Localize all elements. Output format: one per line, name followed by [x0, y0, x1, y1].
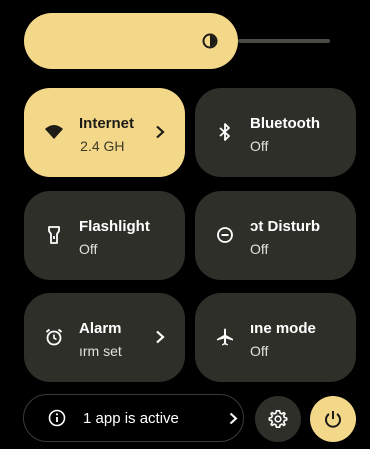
- tile-do-not-disturb[interactable]: ɔt Disturb Off: [195, 191, 356, 280]
- info-icon: [48, 409, 66, 427]
- tile-airplane-mode-subtitle: Off: [250, 343, 269, 359]
- tile-bluetooth[interactable]: Bluetooth Off: [195, 88, 356, 177]
- tile-flashlight[interactable]: Flashlight Off: [24, 191, 185, 280]
- tile-alarm[interactable]: Alarm ırm set: [24, 293, 185, 382]
- tile-do-not-disturb-subtitle: Off: [250, 241, 269, 257]
- tile-do-not-disturb-title: ɔt Disturb: [250, 218, 321, 235]
- quick-settings-panel: Internet 2.4 GH Bluetooth Off Flashlight…: [0, 0, 370, 449]
- tile-internet-subtitle: 2.4 GH: [79, 138, 125, 154]
- airplane-icon: [217, 328, 233, 346]
- bluetooth-icon: [219, 123, 230, 141]
- power-button[interactable]: [310, 396, 356, 442]
- tile-flashlight-title: Flashlight: [79, 218, 150, 235]
- do-not-disturb-icon: [217, 227, 233, 243]
- flashlight-icon: [48, 226, 60, 244]
- chevron-right-icon[interactable]: [155, 330, 165, 344]
- tile-airplane-mode-title: ıne mode: [250, 320, 316, 337]
- settings-button[interactable]: [255, 396, 301, 442]
- tile-bluetooth-subtitle: Off: [250, 138, 269, 154]
- brightness-track[interactable]: [238, 39, 330, 43]
- active-apps-button[interactable]: 1 app is active: [23, 394, 244, 442]
- active-apps-label: 1 app is active: [83, 410, 179, 427]
- tile-flashlight-subtitle: Off: [79, 241, 98, 257]
- tile-bluetooth-title: Bluetooth: [250, 115, 320, 132]
- chevron-right-icon[interactable]: [155, 125, 165, 139]
- tile-alarm-subtitle: ırm set: [79, 343, 122, 359]
- wifi-icon: [45, 125, 63, 139]
- tile-airplane-mode[interactable]: ıne mode Off: [195, 293, 356, 382]
- gear-icon: [268, 410, 288, 428]
- alarm-icon: [45, 328, 63, 346]
- brightness-icon: [202, 33, 218, 49]
- power-icon: [325, 411, 341, 428]
- chevron-right-icon: [229, 412, 238, 425]
- tile-internet[interactable]: Internet 2.4 GH: [24, 88, 185, 177]
